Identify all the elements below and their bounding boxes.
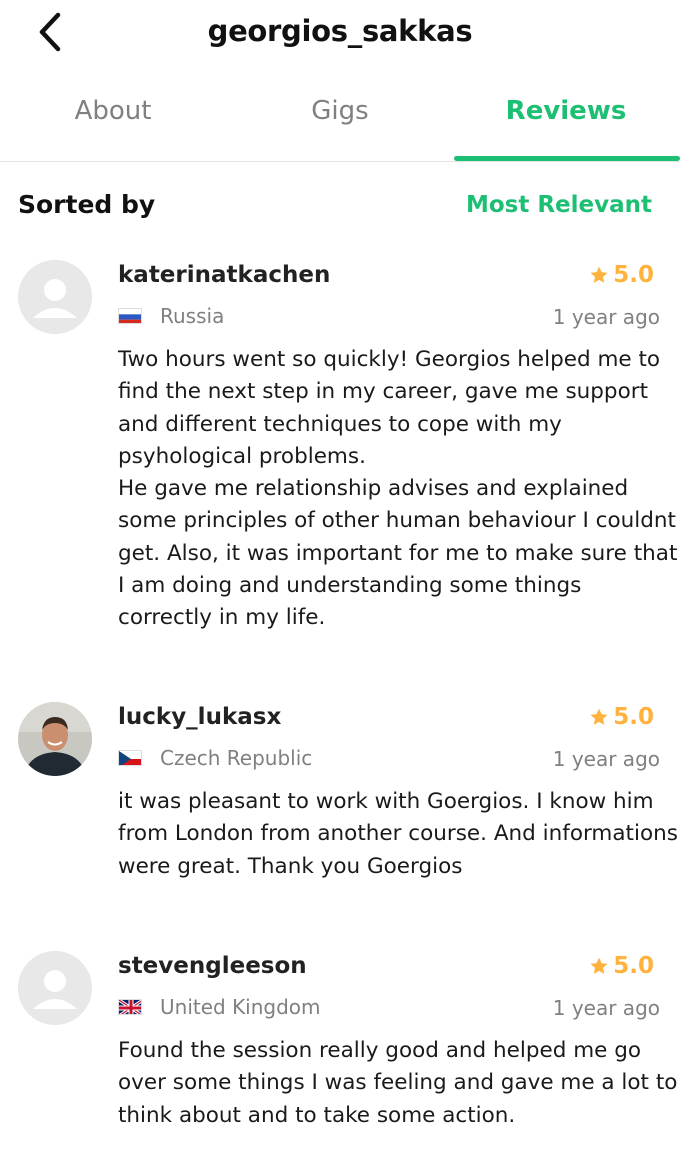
review-text: Two hours went so quickly! Georgios help… xyxy=(118,347,678,631)
review-time: 1 year ago xyxy=(552,996,660,1020)
review-rating: 5.0 xyxy=(589,953,654,979)
reviewer-avatar[interactable] xyxy=(18,951,92,1025)
czech-republic-flag-icon xyxy=(118,750,142,766)
country-name: United Kingdom xyxy=(160,995,321,1019)
review-text: it was pleasant to work with Goergios. I… xyxy=(118,789,678,879)
rating-value: 5.0 xyxy=(613,262,654,288)
reviewer-country: Russia xyxy=(118,304,224,328)
page-title: georgios_sakkas xyxy=(207,14,473,48)
rating-value: 5.0 xyxy=(613,704,654,730)
review-item: katerinatkachen 5.0 Russia 1 year ago Tw… xyxy=(0,260,680,642)
country-name: Czech Republic xyxy=(160,746,313,770)
country-name: Russia xyxy=(160,304,225,328)
review-item: lucky_lukasx 5.0 Czech Republic 1 year a… xyxy=(0,702,680,904)
united-kingdom-flag-icon xyxy=(118,999,142,1015)
active-tab-indicator xyxy=(454,156,680,161)
review-time: 1 year ago xyxy=(552,747,660,771)
user-photo xyxy=(18,702,92,776)
sort-row: Sorted by Most Relevant xyxy=(0,190,680,230)
review-text: Found the session really good and helped… xyxy=(118,1038,678,1128)
tab-reviews[interactable]: Reviews xyxy=(453,96,679,126)
tab-gigs[interactable]: Gigs xyxy=(227,96,453,126)
reviewer-avatar[interactable] xyxy=(18,260,92,334)
review-time: 1 year ago xyxy=(552,305,660,329)
star-icon xyxy=(590,266,608,283)
tab-bar: About Gigs Reviews xyxy=(0,84,680,162)
app-header: georgios_sakkas xyxy=(0,0,680,64)
star-icon xyxy=(590,708,608,725)
default-avatar-icon xyxy=(18,951,92,1025)
default-avatar-icon xyxy=(18,260,92,334)
reviewer-username[interactable]: stevengleeson xyxy=(118,953,307,979)
review-item: stevengleeson 5.0 United Kingdom 1 year … xyxy=(0,951,680,1153)
sort-label: Sorted by xyxy=(18,190,156,219)
reviewer-avatar[interactable] xyxy=(18,702,92,776)
reviewer-username[interactable]: lucky_lukasx xyxy=(118,704,281,730)
reviewer-username[interactable]: katerinatkachen xyxy=(118,262,330,288)
sort-dropdown[interactable]: Most Relevant xyxy=(466,192,652,218)
rating-value: 5.0 xyxy=(613,953,654,979)
reviewer-country: United Kingdom xyxy=(118,995,321,1019)
review-rating: 5.0 xyxy=(589,262,654,288)
tab-about[interactable]: About xyxy=(0,96,226,126)
reviewer-country: Czech Republic xyxy=(118,746,312,770)
russia-flag-icon xyxy=(118,308,142,324)
review-rating: 5.0 xyxy=(589,704,654,730)
star-icon xyxy=(590,957,608,974)
